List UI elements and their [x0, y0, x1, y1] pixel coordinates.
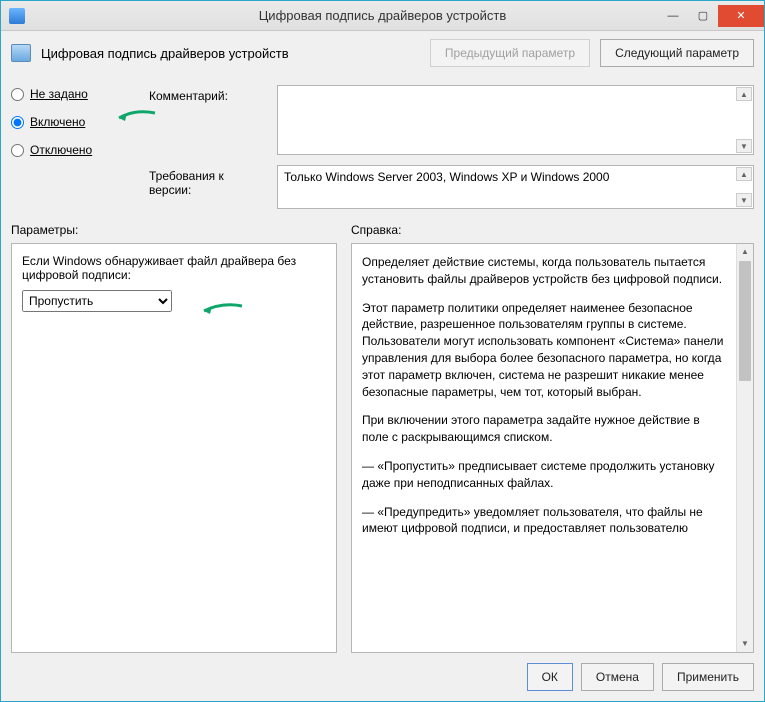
- window-title: Цифровая подпись драйверов устройств: [1, 8, 764, 23]
- radio-disabled-input[interactable]: [11, 144, 24, 157]
- content-area: Цифровая подпись драйверов устройств Пре…: [1, 31, 764, 701]
- titlebar[interactable]: Цифровая подпись драйверов устройств — ▢…: [1, 1, 764, 31]
- params-panel: Если Windows обнаруживает файл драйвера …: [11, 243, 337, 653]
- close-button[interactable]: ✕: [718, 5, 764, 27]
- params-section-label: Параметры:: [11, 223, 351, 237]
- lower-row: Если Windows обнаруживает файл драйвера …: [11, 243, 754, 653]
- radio-not-configured[interactable]: Не задано: [11, 87, 141, 101]
- section-labels: Параметры: Справка:: [11, 223, 754, 237]
- maximize-button[interactable]: ▢: [688, 5, 718, 27]
- comment-scroll-up-icon[interactable]: ▲: [736, 87, 752, 101]
- radio-disabled[interactable]: Отключено: [11, 143, 141, 157]
- policy-title: Цифровая подпись драйверов устройств: [41, 46, 289, 61]
- help-section-label: Справка:: [351, 223, 401, 237]
- radio-enabled[interactable]: Включено: [11, 115, 141, 129]
- version-box: Только Windows Server 2003, Windows XP и…: [277, 165, 754, 209]
- radio-enabled-input[interactable]: [11, 116, 24, 129]
- help-paragraph: — «Пропустить» предписывает системе прод…: [362, 458, 729, 492]
- version-scroll-up-icon[interactable]: ▲: [736, 167, 752, 181]
- version-scroll-down-icon[interactable]: ▼: [736, 193, 752, 207]
- annotation-arrow-icon: [200, 302, 244, 320]
- scroll-up-icon[interactable]: ▲: [737, 244, 753, 260]
- policy-icon: [11, 44, 31, 62]
- radio-not-configured-label: Не задано: [30, 87, 88, 101]
- radio-not-configured-input[interactable]: [11, 88, 24, 101]
- radio-disabled-label: Отключено: [30, 143, 92, 157]
- upper-grid: Не задано Включено Отключено Комментарий…: [11, 85, 754, 209]
- help-paragraph: Определяет действие системы, когда польз…: [362, 254, 729, 288]
- minimize-button[interactable]: —: [658, 5, 688, 27]
- help-scrollbar[interactable]: ▲ ▼: [736, 244, 753, 652]
- dialog-window: Цифровая подпись драйверов устройств — ▢…: [0, 0, 765, 702]
- cancel-button[interactable]: Отмена: [581, 663, 654, 691]
- apply-button[interactable]: Применить: [662, 663, 754, 691]
- comment-scroll-down-icon[interactable]: ▼: [736, 139, 752, 153]
- radio-enabled-label: Включено: [30, 115, 85, 129]
- help-paragraph: При включении этого параметра задайте ну…: [362, 412, 729, 446]
- state-radio-group: Не задано Включено Отключено: [11, 85, 141, 209]
- help-paragraph: — «Предупредить» уведомляет пользователя…: [362, 504, 729, 538]
- params-prompt: Если Windows обнаруживает файл драйвера …: [22, 254, 326, 282]
- comment-textarea[interactable]: ▲ ▼: [277, 85, 754, 155]
- version-value: Только Windows Server 2003, Windows XP и…: [284, 170, 609, 184]
- window-controls: — ▢ ✕: [658, 5, 764, 27]
- help-panel: Определяет действие системы, когда польз…: [351, 243, 754, 653]
- next-setting-button[interactable]: Следующий параметр: [600, 39, 754, 67]
- version-label: Требования к версии:: [149, 165, 269, 209]
- scroll-down-icon[interactable]: ▼: [737, 636, 753, 652]
- previous-setting-button[interactable]: Предыдущий параметр: [430, 39, 590, 67]
- action-combobox[interactable]: Пропустить: [22, 290, 172, 312]
- footer-buttons: ОК Отмена Применить: [11, 653, 754, 691]
- ok-button[interactable]: ОК: [527, 663, 573, 691]
- app-icon: [9, 8, 25, 24]
- comment-label: Комментарий:: [149, 85, 269, 155]
- header-row: Цифровая подпись драйверов устройств Пре…: [11, 39, 754, 67]
- help-paragraph: Этот параметр политики определяет наимен…: [362, 300, 729, 401]
- scroll-thumb[interactable]: [739, 261, 751, 381]
